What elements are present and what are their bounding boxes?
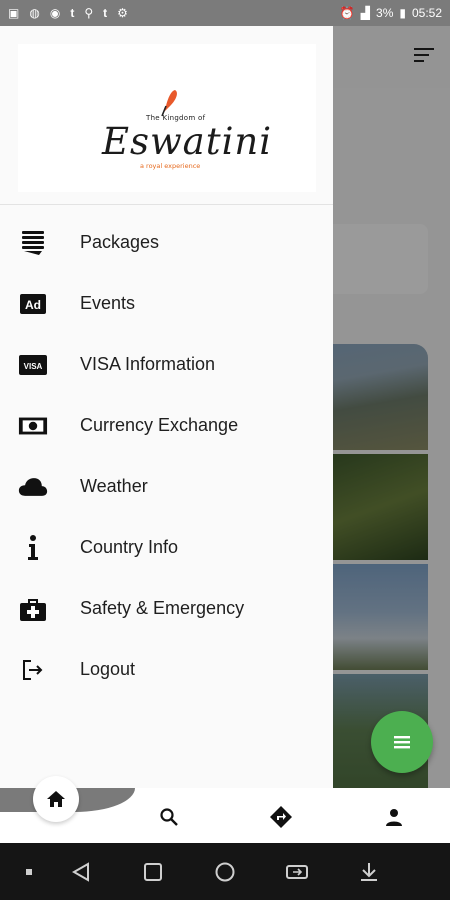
recents-icon	[144, 863, 162, 881]
ad-icon: Ad	[18, 290, 48, 318]
menu-item-label: VISA Information	[80, 354, 216, 374]
menu-item-currency[interactable]: Currency Exchange	[0, 395, 333, 456]
eswatini-logo: The Kingdom of Eswatini a royal experien…	[18, 44, 316, 192]
logout-icon	[18, 656, 48, 684]
messenger-icon: ◍	[29, 6, 40, 20]
back-button[interactable]	[68, 859, 94, 885]
fab-menu-button[interactable]	[371, 711, 433, 773]
notification-icons: ▣ ◍ ◉ t ⚲ t ⚙	[8, 7, 128, 19]
medical-kit-icon	[18, 595, 48, 623]
cloud-icon	[18, 473, 48, 501]
home-circle-icon	[215, 862, 235, 882]
status-bar: ▣ ◍ ◉ t ⚲ t ⚙ ⏰ ▟ 3% ▮ 05:52	[0, 0, 450, 26]
info-icon	[18, 534, 48, 562]
download-icon	[361, 863, 377, 881]
packages-icon	[18, 229, 48, 257]
navigation-drawer: The Kingdom of Eswatini a royal experien…	[0, 26, 333, 788]
logo-main-text: Eswatini	[102, 120, 273, 163]
nav-search-button[interactable]	[156, 804, 182, 830]
logo-tagline: a royal experience	[140, 162, 201, 170]
home-button[interactable]	[212, 859, 238, 885]
visa-icon: VISA	[18, 351, 48, 379]
drawer-header: The Kingdom of Eswatini a royal experien…	[0, 26, 333, 205]
svg-text:VISA: VISA	[24, 362, 43, 371]
home-icon	[47, 791, 65, 807]
menu-item-label: Events	[80, 293, 136, 313]
wifi-call-icon: ◉	[49, 6, 61, 20]
dot-icon	[26, 869, 32, 875]
back-icon	[71, 862, 89, 882]
usb-icon: ⚲	[84, 6, 94, 20]
menu-item-logout[interactable]: Logout	[0, 639, 333, 700]
nav-profile-button[interactable]	[381, 804, 407, 830]
directions-icon	[270, 806, 292, 828]
menu-item-country-info[interactable]: Country Info	[0, 517, 333, 578]
android-icon: ⚙	[117, 6, 128, 20]
nav-home-button[interactable]	[33, 776, 79, 822]
menu-item-label: Currency Exchange	[80, 415, 239, 435]
gallery-icon: ▣	[8, 6, 20, 20]
menu-item-visa[interactable]: VISA VISA Information	[0, 334, 333, 395]
bottom-navigation	[0, 776, 450, 843]
hide-nav-button[interactable]	[356, 859, 382, 885]
money-icon	[18, 412, 48, 440]
clock: 05:52	[411, 6, 442, 20]
system-indicators: ⏰ ▟ 3% ▮ 05:52	[340, 6, 442, 20]
person-icon	[386, 809, 402, 826]
drawer-menu: Packages Ad Events VISA VISA Information	[0, 212, 333, 700]
alarm-icon: ⏰	[339, 6, 355, 20]
menu-item-label: Safety & Emergency	[80, 598, 245, 618]
nav-dot-button[interactable]	[16, 859, 42, 885]
menu-item-label: Weather	[80, 476, 148, 496]
menu-item-events[interactable]: Ad Events	[0, 273, 333, 334]
search-icon	[160, 808, 178, 826]
menu-item-label: Logout	[80, 659, 136, 679]
menu-item-label: Country Info	[80, 537, 179, 557]
tumblr-icon: t	[103, 6, 108, 20]
system-navigation-bar	[0, 843, 450, 900]
screen-switch-button[interactable]	[284, 859, 310, 885]
svg-text:Ad: Ad	[25, 298, 41, 312]
signal-icon: ▟	[360, 6, 371, 20]
list-icon	[394, 736, 410, 749]
menu-item-packages[interactable]: Packages	[0, 212, 333, 273]
tumblr-icon: t	[70, 6, 75, 20]
menu-item-label: Packages	[80, 232, 160, 252]
recents-button[interactable]	[140, 859, 166, 885]
battery-percentage: 3%	[376, 6, 394, 20]
menu-item-safety[interactable]: Safety & Emergency	[0, 578, 333, 639]
battery-icon: ▮	[399, 6, 406, 20]
nav-directions-button[interactable]	[268, 804, 294, 830]
screen-switch-icon	[286, 865, 308, 879]
menu-item-weather[interactable]: Weather	[0, 456, 333, 517]
